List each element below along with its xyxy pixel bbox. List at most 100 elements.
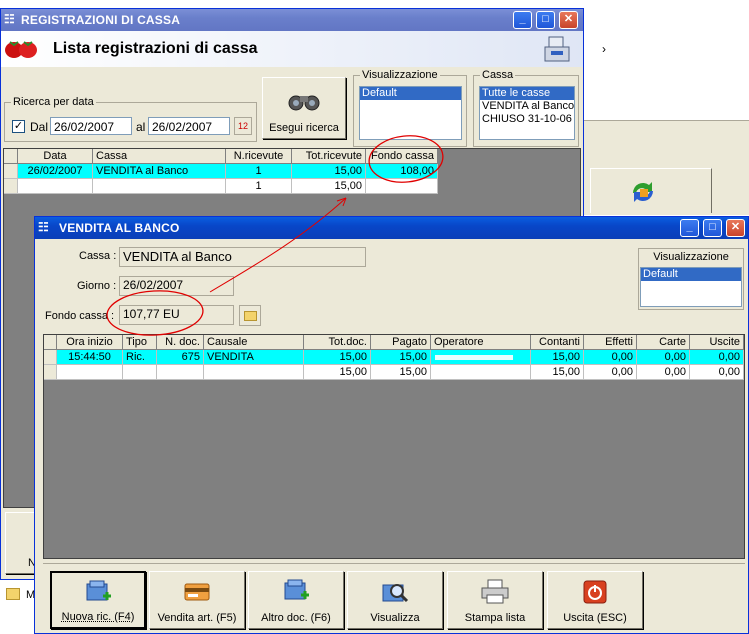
table-cell[interactable]: 1: [226, 179, 292, 194]
col-header-operatore[interactable]: Operatore: [431, 335, 531, 350]
col-header-data[interactable]: Data: [18, 149, 93, 164]
search-groupbox: Ricerca per data ✓ Dal 26/02/2007 al 26/…: [4, 96, 257, 142]
dal-label: Dal: [30, 120, 49, 134]
uscita-button[interactable]: Uscita (ESC): [547, 571, 643, 629]
table-cell[interactable]: 108,00: [366, 164, 438, 179]
col-header-fondocassa[interactable]: Fondo cassa: [366, 149, 438, 164]
table-cell[interactable]: [157, 365, 204, 380]
view-listbox[interactable]: Default: [359, 86, 462, 140]
table-cell[interactable]: Ric.: [123, 350, 157, 365]
col-header-totricevute[interactable]: Tot.ricevute: [292, 149, 366, 164]
view-groupbox: Visualizzazione Default: [353, 69, 467, 147]
col-header-contanti[interactable]: Contanti: [531, 335, 584, 350]
table-cell[interactable]: [93, 179, 226, 194]
fondo-cassa-label: Fondo cassa :: [45, 310, 115, 322]
row-indicator: [44, 350, 57, 365]
col-header-tipo[interactable]: Tipo: [123, 335, 157, 350]
documents-table[interactable]: Ora inizio Tipo N. doc. Causale Tot.doc.…: [43, 334, 745, 559]
altro-documento-button[interactable]: Altro doc. (F6): [248, 571, 344, 629]
search-button-label: Esegui ricerca: [269, 122, 339, 134]
table-cell[interactable]: 15:44:50: [57, 350, 123, 365]
giorno-label: Giorno :: [77, 280, 117, 292]
table-cell[interactable]: 0,00: [637, 365, 690, 380]
cassa-item-chiuso[interactable]: CHIUSO 31-10-06 I: [480, 113, 574, 126]
table-cell[interactable]: 15,00: [292, 164, 366, 179]
background-refresh-button[interactable]: [590, 168, 712, 213]
table-cell[interactable]: 26/02/2007: [18, 164, 93, 179]
row-indicator: [4, 179, 18, 194]
table-cell[interactable]: 0,00: [690, 350, 744, 365]
view-item-default[interactable]: Default: [641, 268, 741, 281]
table-cell[interactable]: [18, 179, 93, 194]
col-header-uscite[interactable]: Uscite: [690, 335, 744, 350]
table-cell[interactable]: 675: [157, 350, 204, 365]
close-button[interactable]: ✕: [559, 11, 578, 29]
nuova-ricevuta-button[interactable]: Nuova ric. (F4): [50, 571, 146, 629]
table-cell[interactable]: VENDITA: [204, 350, 304, 365]
table-cell[interactable]: 15,00: [292, 179, 366, 194]
refresh-icon: [633, 182, 653, 202]
stampa-lista-button[interactable]: Stampa lista: [447, 571, 543, 629]
stampa-lista-label: Stampa lista: [464, 612, 526, 624]
table-cell[interactable]: [204, 365, 304, 380]
visualizza-label: Visualizza: [370, 612, 420, 624]
col-header-totdoc[interactable]: Tot.doc.: [304, 335, 371, 350]
table-cell[interactable]: [123, 365, 157, 380]
calendar-icon[interactable]: 12: [234, 117, 252, 135]
cassa-item-all[interactable]: Tutte le casse: [480, 87, 574, 100]
table-cell[interactable]: [366, 179, 438, 194]
table-cell[interactable]: 15,00: [304, 350, 371, 365]
table-cell[interactable]: [57, 365, 123, 380]
minimize-button[interactable]: _: [680, 219, 699, 237]
cassa-group-label: Cassa: [480, 69, 516, 81]
col-header-causale[interactable]: Causale: [204, 335, 304, 350]
col-header-cassa[interactable]: Cassa: [93, 149, 226, 164]
table-cell[interactable]: VENDITA al Banco: [93, 164, 226, 179]
close-button[interactable]: ✕: [726, 219, 745, 237]
view-panel-label: Visualizzazione: [653, 251, 729, 263]
col-header-ndoc[interactable]: N. doc.: [157, 335, 204, 350]
header-band: Lista registrazioni di cassa: [1, 31, 583, 67]
col-header-carte[interactable]: Carte: [637, 335, 690, 350]
dal-checkbox[interactable]: ✓: [12, 120, 25, 133]
visualizza-button[interactable]: Visualizza: [347, 571, 443, 629]
col-header-ora[interactable]: Ora inizio: [57, 335, 123, 350]
al-label: al: [136, 120, 146, 134]
col-header-nricevute[interactable]: N.ricevute: [226, 149, 292, 164]
table-cell[interactable]: 15,00: [531, 350, 584, 365]
vendita-titlebar[interactable]: ☷ VENDITA AL BANCO _ □ ✕: [35, 217, 748, 239]
minimize-button[interactable]: _: [513, 11, 532, 29]
search-button[interactable]: Esegui ricerca: [262, 77, 346, 139]
table-cell[interactable]: 0,00: [637, 350, 690, 365]
table-cell[interactable]: 0,00: [584, 350, 637, 365]
col-header-effetti[interactable]: Effetti: [584, 335, 637, 350]
registrazioni-titlebar[interactable]: ☷ REGISTRAZIONI DI CASSA _ □ ✕: [1, 9, 583, 31]
cassa-item-vendita[interactable]: VENDITA al Banco: [480, 100, 574, 113]
cassa-groupbox: Cassa Tutte le casse VENDITA al Banco CH…: [473, 69, 579, 147]
cassa-listbox[interactable]: Tutte le casse VENDITA al Banco CHIUSO 3…: [479, 86, 575, 140]
table-cell[interactable]: 15,00: [371, 350, 431, 365]
col-header-pagato[interactable]: Pagato: [371, 335, 431, 350]
table-cell[interactable]: 15,00: [371, 365, 431, 380]
table-cell[interactable]: [431, 365, 531, 380]
row-indicator-header: [4, 149, 18, 164]
open-folder-button[interactable]: [239, 305, 261, 326]
dal-date-field[interactable]: 26/02/2007: [50, 117, 132, 135]
table-cell-operatore[interactable]: [431, 350, 531, 365]
giorno-field: 26/02/2007: [119, 276, 234, 296]
table-cell[interactable]: 1: [226, 164, 292, 179]
table-cell[interactable]: 15,00: [304, 365, 371, 380]
row-indicator: [44, 365, 57, 380]
vendita-articoli-label: Vendita art. (F5): [157, 612, 237, 624]
view-listbox[interactable]: Default: [640, 267, 742, 307]
al-date-field[interactable]: 26/02/2007: [148, 117, 230, 135]
maximize-button[interactable]: □: [703, 219, 722, 237]
maximize-button[interactable]: □: [536, 11, 555, 29]
table-cell[interactable]: 15,00: [531, 365, 584, 380]
uscita-label: Uscita (ESC): [563, 612, 627, 624]
view-item-default[interactable]: Default: [360, 87, 461, 100]
header-title: Lista registrazioni di cassa: [53, 40, 258, 57]
vendita-articoli-button[interactable]: Vendita art. (F5): [149, 571, 245, 629]
table-cell[interactable]: 0,00: [690, 365, 744, 380]
table-cell[interactable]: 0,00: [584, 365, 637, 380]
